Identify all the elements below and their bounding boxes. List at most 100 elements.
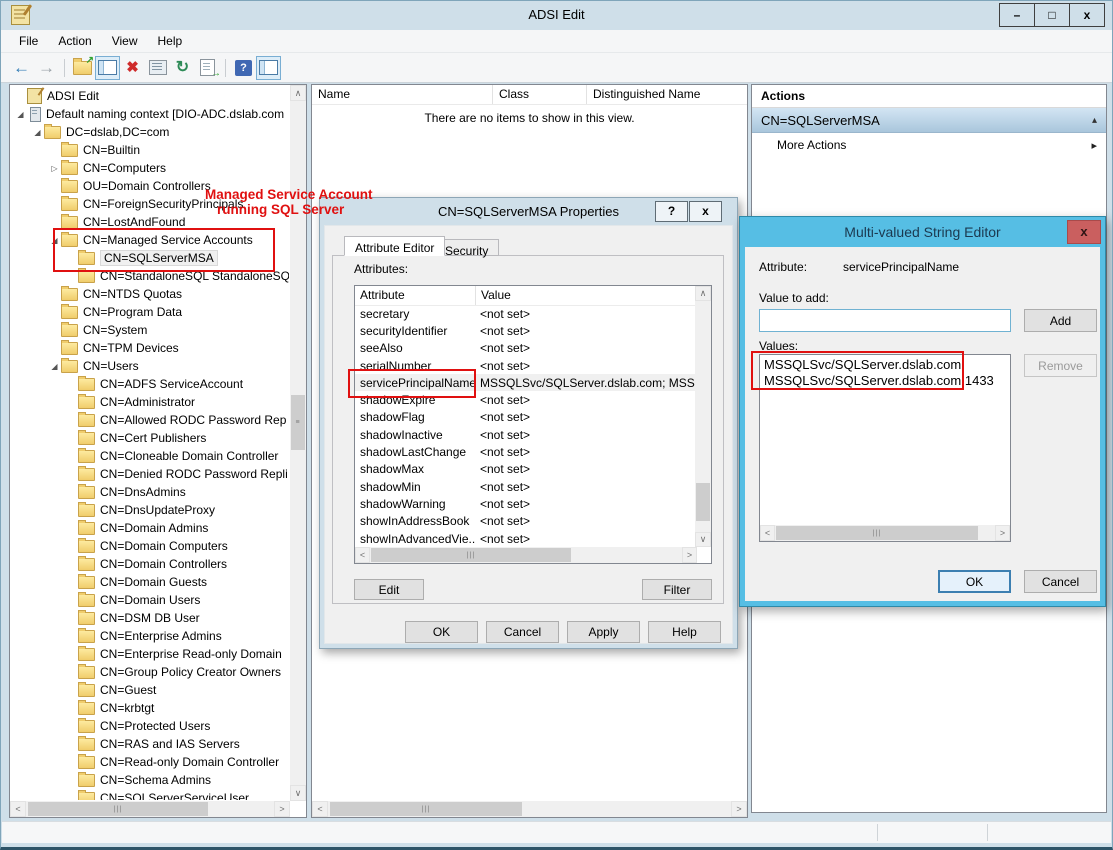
scroll-left-button[interactable]: < xyxy=(312,801,328,817)
back-button[interactable]: ← xyxy=(9,56,34,80)
column-header-class[interactable]: Class xyxy=(493,85,587,104)
mvse-dialog-title[interactable]: Multi-valued String Editor xyxy=(740,217,1105,247)
tree-item[interactable]: CN=Enterprise Admins xyxy=(10,627,289,645)
tree-item[interactable]: CN=Cloneable Domain Controller xyxy=(10,447,289,465)
tree-item[interactable]: CN=RAS and IAS Servers xyxy=(10,735,289,753)
tree-item[interactable]: CN=Allowed RODC Password Rep xyxy=(10,411,289,429)
attributes-scroll-thumb[interactable] xyxy=(696,483,710,521)
scroll-down-button[interactable]: ∨ xyxy=(695,532,711,547)
dialog-close-button[interactable]: x xyxy=(689,201,722,222)
scroll-right-button[interactable]: > xyxy=(995,525,1010,541)
dialog-help-button[interactable]: ? xyxy=(655,201,688,222)
attribute-row[interactable]: showInAdvancedVie...<not set> xyxy=(355,530,695,547)
scroll-right-button[interactable]: > xyxy=(731,801,747,817)
tree-item[interactable]: ADSI Edit xyxy=(10,87,289,105)
tree-item[interactable]: CN=Builtin xyxy=(10,141,289,159)
tree-item[interactable]: CN=Domain Admins xyxy=(10,519,289,537)
cancel-button[interactable]: Cancel xyxy=(486,621,559,643)
tree-item[interactable]: CN=DSM DB User xyxy=(10,609,289,627)
attribute-row[interactable]: seeAlso<not set> xyxy=(355,340,695,357)
export-list-button[interactable]: → xyxy=(195,56,220,80)
attribute-row[interactable]: shadowInactive<not set> xyxy=(355,426,695,443)
attributes-hscroll-thumb[interactable]: ||| xyxy=(371,548,571,562)
delete-button[interactable]: ✖ xyxy=(120,56,145,80)
ok-button[interactable]: OK xyxy=(405,621,478,643)
tree-hscroll-thumb[interactable]: ||| xyxy=(28,802,208,816)
collapse-expander-icon[interactable]: ◢ xyxy=(31,128,44,137)
list-horizontal-scrollbar[interactable]: < ||| > xyxy=(312,801,747,817)
tree-horizontal-scrollbar[interactable]: < ||| > xyxy=(10,801,290,817)
scroll-left-button[interactable]: < xyxy=(10,801,26,817)
actions-context-header[interactable]: CN=SQLServerMSA ▴ xyxy=(752,108,1106,133)
column-header-value[interactable]: Value xyxy=(476,286,711,305)
attribute-row[interactable]: secretary<not set> xyxy=(355,305,695,322)
forward-button[interactable]: → xyxy=(34,56,59,80)
title-bar[interactable]: ADSI Edit – □ x xyxy=(1,1,1112,30)
properties-button[interactable] xyxy=(145,56,170,80)
tree-item[interactable]: CN=Domain Computers xyxy=(10,537,289,555)
edit-button[interactable]: Edit xyxy=(354,579,424,600)
column-header-attribute[interactable]: Attribute xyxy=(355,286,476,305)
collapse-expander-icon[interactable]: ◢ xyxy=(48,362,61,371)
menu-view[interactable]: View xyxy=(102,31,148,51)
tree-item[interactable]: CN=NTDS Quotas xyxy=(10,285,289,303)
scroll-up-button[interactable]: ∧ xyxy=(695,286,711,301)
more-actions-item[interactable]: More Actions ▸ xyxy=(752,133,1106,157)
tab-attribute-editor[interactable]: Attribute Editor xyxy=(344,236,445,256)
scroll-right-button[interactable]: > xyxy=(274,801,290,817)
attribute-row[interactable]: shadowFlag<not set> xyxy=(355,409,695,426)
scroll-right-button[interactable]: > xyxy=(682,547,697,563)
minimize-button[interactable]: – xyxy=(999,3,1035,27)
menu-action[interactable]: Action xyxy=(48,31,101,51)
column-header-distinguished-name[interactable]: Distinguished Name xyxy=(587,85,747,104)
maximize-button[interactable]: □ xyxy=(1034,3,1070,27)
scroll-left-button[interactable]: < xyxy=(760,525,775,541)
scroll-left-button[interactable]: < xyxy=(355,547,370,563)
tree-item[interactable]: CN=DnsUpdateProxy xyxy=(10,501,289,519)
attribute-row[interactable]: showInAddressBook<not set> xyxy=(355,513,695,530)
tree-item[interactable]: CN=Protected Users xyxy=(10,717,289,735)
attribute-row[interactable]: shadowMax<not set> xyxy=(355,461,695,478)
tree-item[interactable]: CN=Program Data xyxy=(10,303,289,321)
attribute-row[interactable]: shadowMin<not set> xyxy=(355,478,695,495)
tree-item[interactable]: CN=Denied RODC Password Repli xyxy=(10,465,289,483)
scroll-down-button[interactable]: ∨ xyxy=(290,785,306,801)
show-console-tree-button[interactable] xyxy=(95,56,120,80)
mvse-cancel-button[interactable]: Cancel xyxy=(1024,570,1097,593)
tree-item[interactable]: CN=Enterprise Read-only Domain xyxy=(10,645,289,663)
menu-file[interactable]: File xyxy=(9,31,48,51)
collapse-icon[interactable]: ▴ xyxy=(1092,115,1097,126)
values-horizontal-scrollbar[interactable]: < ||| > xyxy=(760,525,1010,541)
remove-button[interactable]: Remove xyxy=(1024,354,1097,377)
tree-item[interactable]: ▷CN=Computers xyxy=(10,159,289,177)
close-button[interactable]: x xyxy=(1069,3,1105,27)
mvse-close-button[interactable]: x xyxy=(1067,220,1101,244)
apply-button[interactable]: Apply xyxy=(567,621,640,643)
value-to-add-input[interactable] xyxy=(759,309,1011,332)
tree-item[interactable]: ◢DC=dslab,DC=com xyxy=(10,123,289,141)
menu-help[interactable]: Help xyxy=(148,31,193,51)
mvse-ok-button[interactable]: OK xyxy=(938,570,1011,593)
tree-item[interactable]: CN=SQLServerServiceUser xyxy=(10,789,289,800)
help-button[interactable]: Help xyxy=(648,621,721,643)
tree-item[interactable]: CN=krbtgt xyxy=(10,699,289,717)
filter-button[interactable]: Filter xyxy=(642,579,712,600)
up-one-level-button[interactable]: ↗ xyxy=(70,56,95,80)
tree-item[interactable]: CN=TPM Devices xyxy=(10,339,289,357)
help-button[interactable]: ? xyxy=(231,56,256,80)
tree-item[interactable]: CN=Read-only Domain Controller xyxy=(10,753,289,771)
attribute-row[interactable]: shadowLastChange<not set> xyxy=(355,443,695,460)
refresh-button[interactable]: ↻ xyxy=(170,56,195,80)
attributes-horizontal-scrollbar[interactable]: < ||| > xyxy=(355,547,697,563)
tree-item[interactable]: CN=Schema Admins xyxy=(10,771,289,789)
tree-scroll-thumb[interactable]: ≡ xyxy=(291,395,305,450)
tree-item[interactable]: CN=DnsAdmins xyxy=(10,483,289,501)
attributes-vertical-scrollbar[interactable]: ∧ ∨ xyxy=(695,286,711,547)
show-action-pane-button[interactable] xyxy=(256,56,281,80)
add-button[interactable]: Add xyxy=(1024,309,1097,332)
tree-item[interactable]: CN=Cert Publishers xyxy=(10,429,289,447)
column-header-name[interactable]: Name xyxy=(312,85,493,104)
tree-item[interactable]: CN=Domain Users xyxy=(10,591,289,609)
expand-expander-icon[interactable]: ▷ xyxy=(48,164,61,173)
tree-item[interactable]: CN=System xyxy=(10,321,289,339)
